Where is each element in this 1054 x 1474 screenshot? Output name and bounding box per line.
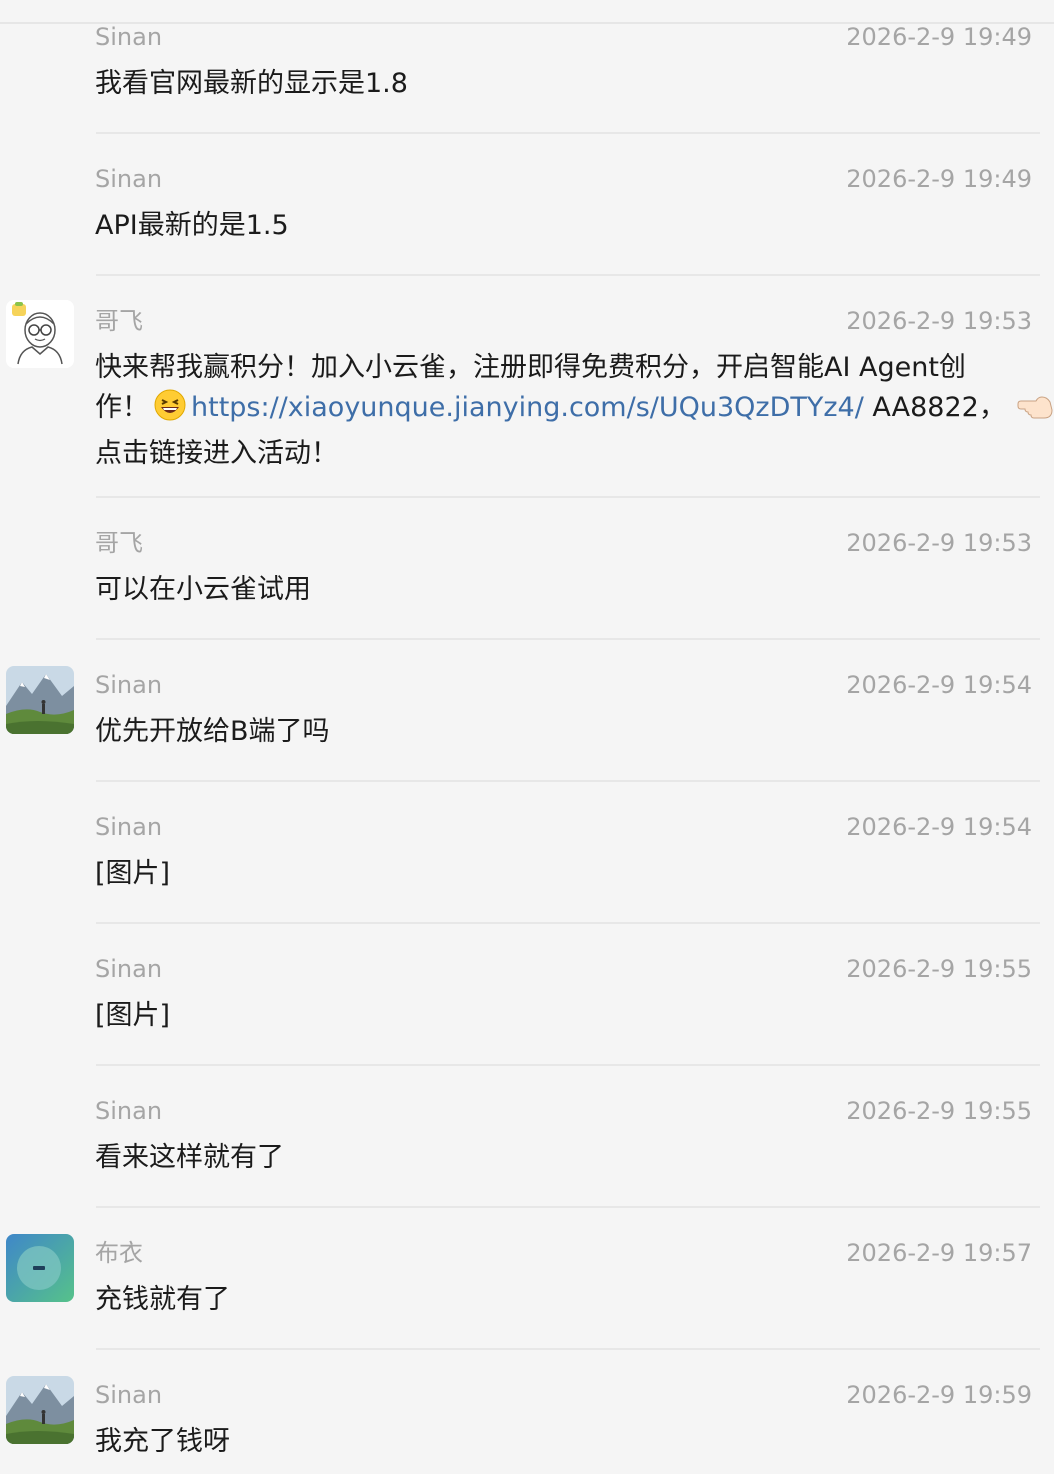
sender-name: Sinan — [95, 1381, 163, 1409]
message-timestamp: 2026-2-9 19:49 — [846, 23, 1032, 51]
sender-name: Sinan — [95, 671, 163, 699]
grinning-squinting-face-icon — [153, 388, 187, 434]
message-text-fragment: 作！ — [95, 392, 149, 423]
message-timestamp: 2026-2-9 19:57 — [846, 1239, 1032, 1267]
message-text-line: 作！ https://xiaoyunque.jianying.com/s/UQu3… — [95, 388, 1053, 434]
message-item[interactable]: Sinan 2026-2-9 19:55 看来这样就有了 — [0, 1066, 1054, 1208]
message-text: API最新的是1.5 — [95, 210, 289, 241]
avatar[interactable] — [6, 1234, 74, 1302]
message-item[interactable]: Sinan 2026-2-9 19:59 我充了钱呀 — [0, 1350, 1054, 1474]
message-item[interactable]: 哥飞 2026-2-9 19:53 可以在小云雀试用 — [0, 498, 1054, 640]
message-timestamp: 2026-2-9 19:59 — [846, 1381, 1032, 1409]
message-item[interactable]: Sinan 2026-2-9 19:54 [图片] — [0, 782, 1054, 924]
sender-name: Sinan — [95, 1097, 163, 1125]
message-item[interactable]: Sinan 2026-2-9 19:54 优先开放给B端了吗 — [0, 640, 1054, 782]
message-text[interactable]: [图片] — [95, 854, 1035, 894]
sender-name: 哥飞 — [95, 307, 143, 335]
invite-code: AA8822， — [863, 392, 1006, 423]
backhand-index-pointing-left-icon — [1016, 392, 1054, 434]
message-text: 我充了钱呀 — [95, 1426, 230, 1457]
gradient-circle-avatar-icon — [6, 1234, 74, 1302]
chat-message-list[interactable]: Sinan 2026-2-9 19:49 我看官网最新的显示是1.8 Sinan… — [0, 0, 1054, 1474]
message-timestamp: 2026-2-9 19:55 — [846, 955, 1032, 983]
message-item[interactable]: Sinan 2026-2-9 19:49 API最新的是1.5 — [0, 134, 1054, 276]
message-text-line: 点击链接进入活动！ — [95, 438, 338, 469]
message-timestamp: 2026-2-9 19:54 — [846, 813, 1032, 841]
message-text: 优先开放给B端了吗 — [95, 716, 330, 747]
avatar[interactable] — [6, 1376, 74, 1444]
message-text: 可以在小云雀试用 — [95, 574, 311, 605]
message-text: 快来帮我赢积分！加入小云雀，注册即得免费积分，开启智能AI Agent创 作！ h… — [95, 348, 1053, 474]
sender-name: Sinan — [95, 23, 163, 51]
message-timestamp: 2026-2-9 19:53 — [846, 307, 1032, 335]
sender-name: 哥飞 — [95, 529, 143, 557]
sender-name: Sinan — [95, 165, 163, 193]
message-item[interactable]: Sinan 2026-2-9 19:49 我看官网最新的显示是1.8 — [0, 0, 1054, 134]
sender-name: Sinan — [95, 955, 163, 983]
cartoon-glasses-avatar-icon — [6, 300, 74, 368]
message-item[interactable]: 哥飞 2026-2-9 19:53 快来帮我赢积分！加入小云雀，注册即得免费积分… — [0, 276, 1054, 498]
message-text: 看来这样就有了 — [95, 1142, 284, 1173]
message-item[interactable]: 布衣 2026-2-9 19:57 充钱就有了 — [0, 1208, 1054, 1350]
message-timestamp: 2026-2-9 19:55 — [846, 1097, 1032, 1125]
message-text[interactable]: [图片] — [95, 996, 1035, 1036]
avatar[interactable] — [6, 300, 74, 368]
message-text: 充钱就有了 — [95, 1284, 230, 1315]
message-text-line: 快来帮我赢积分！加入小云雀，注册即得免费积分，开启智能AI Agent创 — [95, 352, 966, 383]
message-timestamp: 2026-2-9 19:53 — [846, 529, 1032, 557]
message-timestamp: 2026-2-9 19:54 — [846, 671, 1032, 699]
avatar[interactable] — [6, 666, 74, 734]
sender-name: 布衣 — [95, 1239, 143, 1267]
message-item[interactable]: Sinan 2026-2-9 19:55 [图片] — [0, 924, 1054, 1066]
mountain-landscape-avatar-icon — [6, 666, 74, 734]
message-text: 我看官网最新的显示是1.8 — [95, 68, 408, 99]
invite-link[interactable]: https://xiaoyunque.jianying.com/s/UQu3Qz… — [191, 392, 864, 423]
sender-name: Sinan — [95, 813, 163, 841]
mountain-landscape-avatar-icon — [6, 1376, 74, 1444]
message-timestamp: 2026-2-9 19:49 — [846, 165, 1032, 193]
